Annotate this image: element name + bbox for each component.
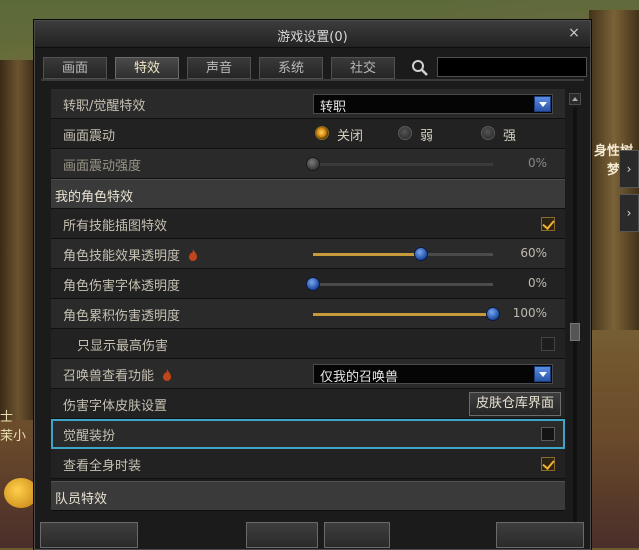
damage-font-transparency-label: 角色伤害字体透明度 bbox=[63, 279, 181, 294]
row-shake-strength: 画面震动强度 0% bbox=[51, 149, 565, 179]
slider-knob[interactable] bbox=[486, 307, 500, 321]
tab-sound[interactable]: 声音 bbox=[187, 57, 251, 79]
all-skill-art-checkbox[interactable] bbox=[541, 217, 555, 231]
flame-icon bbox=[189, 249, 198, 261]
row-skill-effect-transparency: 角色技能效果透明度 60% bbox=[51, 239, 565, 269]
row-all-skill-art: 所有技能插图特效 bbox=[51, 209, 565, 239]
row-damage-font-skin: 伤害字体皮肤设置 皮肤仓库界面 bbox=[51, 389, 565, 419]
footer-button-4[interactable] bbox=[496, 522, 584, 548]
row-show-max-damage: 只显示最高伤害 bbox=[51, 329, 565, 359]
damage-font-transparency-slider[interactable] bbox=[306, 277, 493, 291]
summon-view-dropdown[interactable]: 仅我的召唤兽 bbox=[313, 364, 553, 385]
dialog-title: 游戏设置(0) bbox=[277, 30, 348, 45]
background-text-left: 士 茉小 bbox=[0, 410, 27, 444]
search-icon[interactable] bbox=[408, 57, 432, 79]
skill-effect-transparency-slider[interactable] bbox=[313, 247, 493, 261]
radio-shake-strong-label: 强 bbox=[503, 129, 517, 144]
summon-view-text: 召唤兽查看功能 bbox=[63, 369, 155, 384]
radio-shake-weak-label: 弱 bbox=[420, 129, 434, 144]
settings-list: 转职/觉醒特效 转职 画面震动 关闭 弱 强 画面震动强度 0% 我的角色特效 … bbox=[51, 89, 565, 547]
flame-icon bbox=[163, 369, 172, 381]
game-settings-dialog: 游戏设置(0) × 画面 特效 声音 系统 社交 转职/觉醒特效 转职 画面震动… bbox=[34, 20, 591, 550]
skin-storage-button[interactable]: 皮肤仓库界面 bbox=[468, 392, 561, 416]
shake-strength-label: 画面震动强度 bbox=[63, 159, 142, 174]
my-character-header-label: 我的角色特效 bbox=[55, 190, 134, 205]
footer-button-1[interactable] bbox=[40, 522, 138, 548]
scroll-thumb[interactable] bbox=[570, 323, 580, 341]
slider-fill bbox=[313, 313, 493, 316]
shake-strength-percent: 0% bbox=[527, 156, 547, 170]
dialog-titlebar[interactable]: 游戏设置(0) × bbox=[35, 21, 590, 48]
tab-system[interactable]: 系统 bbox=[259, 57, 323, 79]
show-max-damage-label: 只显示最高伤害 bbox=[77, 339, 169, 354]
shake-strength-slider[interactable] bbox=[306, 157, 493, 171]
section-header-team: 队员特效 bbox=[51, 481, 565, 511]
side-arrow-tab-upper[interactable]: › bbox=[619, 150, 639, 188]
footer-button-3[interactable] bbox=[324, 522, 390, 548]
radio-dot-icon bbox=[398, 126, 412, 140]
side-arrow-tab-lower[interactable]: › bbox=[619, 194, 639, 232]
section-header-my-character: 我的角色特效 bbox=[51, 179, 565, 209]
job-effect-label: 转职/觉醒特效 bbox=[63, 99, 146, 114]
tree-trunk-left bbox=[0, 60, 36, 420]
tab-effects[interactable]: 特效 bbox=[115, 57, 179, 79]
job-effect-dropdown[interactable]: 转职 bbox=[313, 94, 553, 115]
bird-sprite bbox=[4, 478, 38, 508]
row-screen-shake: 画面震动 关闭 弱 强 bbox=[51, 119, 565, 149]
all-skill-art-label: 所有技能插图特效 bbox=[63, 219, 168, 234]
damage-font-skin-label: 伤害字体皮肤设置 bbox=[63, 399, 168, 414]
cumulative-damage-transparency-label: 角色累积伤害透明度 bbox=[63, 309, 181, 324]
row-cumulative-damage-transparency: 角色累积伤害透明度 100% bbox=[51, 299, 565, 329]
skill-effect-transparency-percent: 60% bbox=[520, 246, 547, 260]
search-input[interactable] bbox=[437, 57, 587, 77]
slider-fill bbox=[313, 253, 421, 256]
view-full-outfit-label: 查看全身时装 bbox=[63, 459, 142, 474]
radio-dot-icon bbox=[481, 126, 495, 140]
team-header-label: 队员特效 bbox=[55, 492, 108, 507]
close-button[interactable]: × bbox=[566, 25, 582, 41]
settings-scrollbar[interactable] bbox=[569, 93, 581, 543]
radio-dot-icon bbox=[315, 126, 329, 140]
skill-effect-transparency-label: 角色技能效果透明度 bbox=[63, 245, 198, 264]
row-damage-font-transparency: 角色伤害字体透明度 0% bbox=[51, 269, 565, 299]
damage-font-transparency-percent: 0% bbox=[527, 276, 547, 290]
chevron-down-icon[interactable] bbox=[534, 96, 551, 112]
scroll-track[interactable] bbox=[573, 107, 577, 529]
summon-view-label: 召唤兽查看功能 bbox=[63, 365, 172, 384]
job-effect-value: 转职 bbox=[320, 100, 347, 115]
cumulative-damage-transparency-slider[interactable] bbox=[313, 307, 500, 321]
row-job-effect: 转职/觉醒特效 转职 bbox=[51, 89, 565, 119]
row-awaken-outfit[interactable]: 觉醒装扮 bbox=[51, 419, 565, 449]
tab-display[interactable]: 画面 bbox=[43, 57, 107, 79]
row-summon-view: 召唤兽查看功能 仅我的召唤兽 bbox=[51, 359, 565, 389]
view-full-outfit-checkbox[interactable] bbox=[541, 457, 555, 471]
screen-shake-label: 画面震动 bbox=[63, 129, 116, 144]
row-view-full-outfit: 查看全身时装 bbox=[51, 449, 565, 479]
cumulative-damage-transparency-percent: 100% bbox=[512, 306, 547, 320]
slider-knob[interactable] bbox=[306, 277, 320, 291]
footer-button-2[interactable] bbox=[246, 522, 318, 548]
summon-view-value: 仅我的召唤兽 bbox=[320, 370, 399, 385]
show-max-damage-checkbox[interactable] bbox=[541, 337, 555, 351]
awaken-outfit-checkbox[interactable] bbox=[541, 427, 555, 441]
slider-knob[interactable] bbox=[414, 247, 428, 261]
awaken-outfit-label: 觉醒装扮 bbox=[63, 429, 116, 444]
slider-knob[interactable] bbox=[306, 157, 320, 171]
tab-social[interactable]: 社交 bbox=[331, 57, 395, 79]
chevron-down-icon[interactable] bbox=[534, 366, 551, 382]
tab-divider bbox=[41, 79, 584, 81]
skill-effect-transparency-text: 角色技能效果透明度 bbox=[63, 249, 181, 264]
scroll-up-arrow-icon[interactable] bbox=[569, 93, 581, 105]
radio-shake-off-label: 关闭 bbox=[337, 129, 364, 144]
